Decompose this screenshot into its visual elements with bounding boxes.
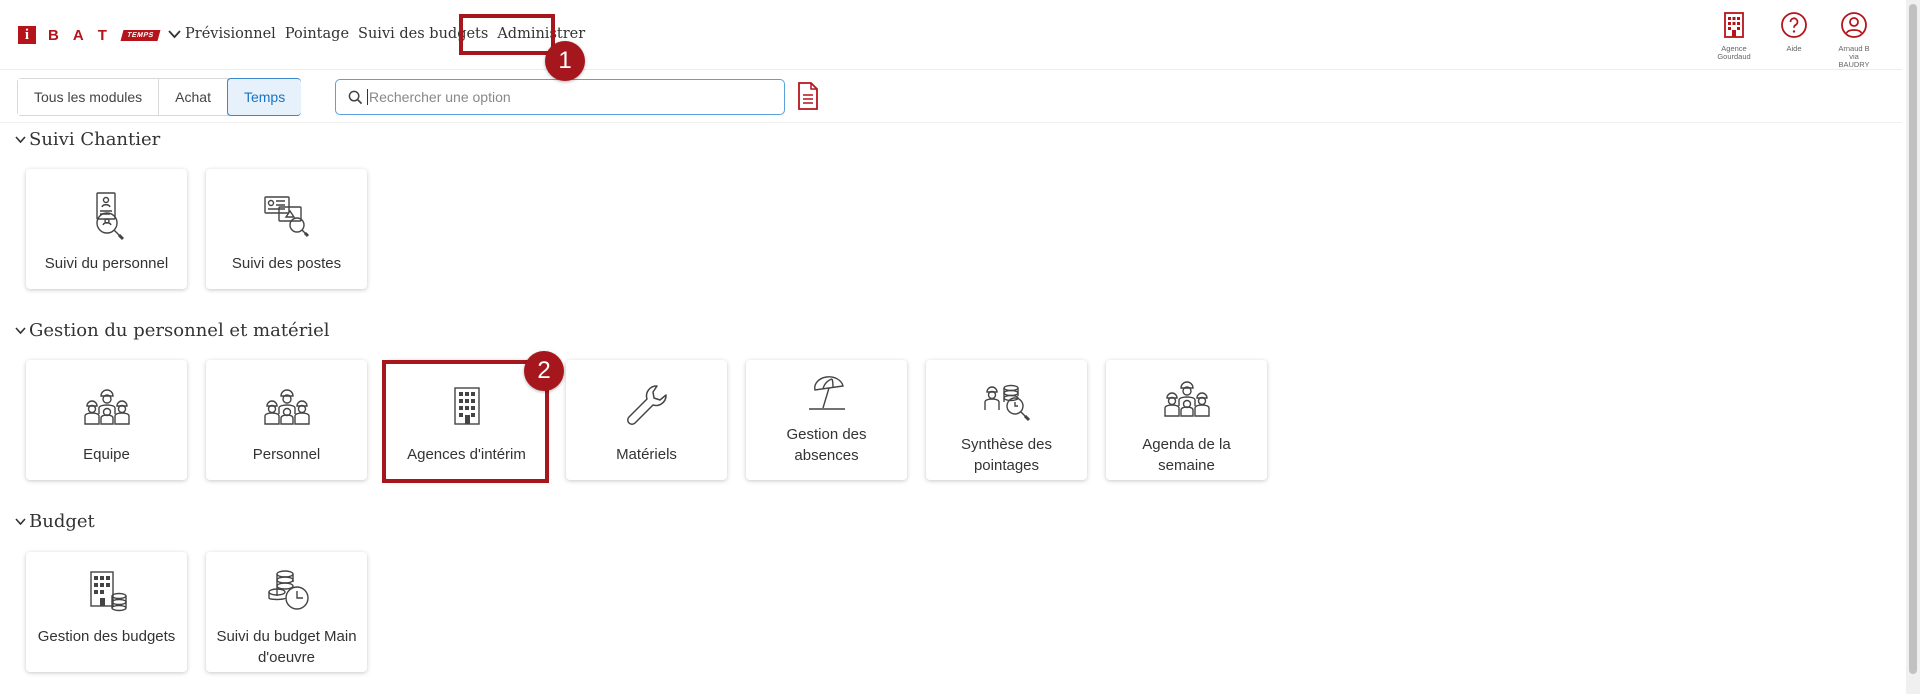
scrollbar-thumb[interactable] (1909, 4, 1917, 674)
coins-search-icon (977, 374, 1037, 434)
postes-search-icon (257, 187, 317, 247)
tile-label: Gestion des absences (786, 426, 867, 464)
user-button[interactable]: Arnaud Bvia BAUDRY (1834, 10, 1874, 69)
annotation-badge-2: 2 (524, 351, 564, 391)
tile-materiels[interactable]: Matériels (566, 360, 727, 480)
chevron-down-icon (15, 133, 26, 147)
ibat-temps-logo[interactable]: i B A T TEMPS (18, 26, 182, 44)
filter-temps[interactable]: Temps (226, 78, 302, 116)
search-input[interactable] (367, 89, 767, 105)
nav-item-administrer[interactable]: Administrer (497, 26, 585, 42)
module-filter: Tous les modules Achat Temps (17, 78, 302, 116)
help-label: Aide (1786, 44, 1802, 53)
user-label: Arnaud Bvia BAUDRY (1838, 44, 1870, 69)
tile-agences-interim[interactable]: Agences d'intérim (386, 360, 547, 480)
building-icon (437, 378, 497, 438)
tile-agenda-semaine[interactable]: Agenda de la semaine (1106, 360, 1267, 480)
section-title-text: Suivi Chantier (29, 129, 161, 150)
beach-umbrella-icon (797, 372, 857, 418)
workers-group-icon (257, 378, 317, 438)
document-icon[interactable] (797, 82, 819, 110)
logo-letters: B A T (48, 27, 108, 44)
chevron-down-icon (15, 324, 26, 338)
tile-label: Agenda de la semaine (1142, 436, 1231, 474)
chevron-down-icon (15, 515, 26, 529)
user-circle-icon (1841, 12, 1867, 38)
tile-label: Gestion des budgets (37, 628, 176, 645)
section-title-text: Budget (29, 511, 95, 532)
tile-label: Suivi du budget Main d'oeuvre (216, 628, 357, 666)
section-suivi-chantier[interactable]: Suivi Chantier (15, 129, 160, 150)
tile-suivi-du-personnel[interactable]: Suivi du personnel (26, 169, 187, 289)
tile-equipe[interactable]: Equipe (26, 360, 187, 480)
logo-letter: T (97, 26, 108, 44)
agency-button[interactable]: Agence Gourdaud (1714, 10, 1754, 69)
nav-item-previsionnel[interactable]: Prévisionnel (185, 26, 276, 42)
logo-letter: B (48, 26, 60, 44)
tile-label: Suivi du personnel (44, 255, 169, 272)
tile-label: Matériels (616, 446, 677, 463)
filter-tous-les-modules[interactable]: Tous les modules (18, 79, 160, 115)
tile-label: Synthèse des pointages (961, 436, 1052, 474)
help-circle-icon (1781, 12, 1807, 38)
tile-label: Personnel (252, 446, 321, 463)
personnel-search-icon (77, 187, 137, 247)
tile-label: Agences d'intérim (407, 446, 526, 463)
tile-gestion-budgets[interactable]: Gestion des budgets (26, 552, 187, 672)
building-icon (1724, 12, 1744, 38)
tile-personnel[interactable]: Personnel (206, 360, 367, 480)
logo-product-tag: TEMPS (120, 29, 160, 41)
section-title-text: Gestion du personnel et matériel (29, 320, 330, 341)
search-box (335, 79, 785, 115)
vertical-scrollbar[interactable] (1906, 0, 1920, 694)
wrench-icon (617, 378, 677, 438)
logo-letter: A (72, 26, 85, 44)
workers-group-icon (77, 378, 137, 438)
annotation-badge-1: 1 (545, 41, 585, 81)
filter-achat[interactable]: Achat (159, 79, 228, 115)
tile-suivi-budget-main-oeuvre[interactable]: Suivi du budget Main d'oeuvre (206, 552, 367, 672)
main-nav: Prévisionnel Pointage Suivi des budgets … (185, 26, 585, 42)
toolbar: Tous les modules Achat Temps (0, 70, 1902, 123)
nav-item-pointage[interactable]: Pointage (285, 26, 349, 42)
tile-label: Suivi des postes (231, 255, 342, 272)
tile-gestion-absences[interactable]: Gestion des absences (746, 360, 907, 480)
building-coins-icon (77, 566, 137, 626)
tile-label: Equipe (83, 446, 130, 463)
top-header: i B A T TEMPS Prévisionnel Pointage Suiv… (0, 0, 1902, 70)
tile-suivi-des-postes[interactable]: Suivi des postes (206, 169, 367, 289)
agency-label: Agence Gourdaud (1717, 44, 1751, 61)
nav-item-suivi-budgets[interactable]: Suivi des budgets (358, 26, 488, 42)
workers-group-icon (1157, 374, 1217, 434)
tile-synthese-pointages[interactable]: Synthèse des pointages (926, 360, 1087, 480)
search-icon (348, 90, 363, 104)
section-gestion-personnel-materiel[interactable]: Gestion du personnel et matériel (15, 320, 329, 341)
coins-clock-icon (257, 566, 317, 626)
section-budget[interactable]: Budget (15, 511, 95, 532)
chevron-down-icon[interactable] (168, 28, 182, 42)
logo-i-mark: i (18, 26, 36, 44)
header-actions: Agence Gourdaud Aide Arnaud Bvia BAUDRY (1714, 10, 1874, 69)
help-button[interactable]: Aide (1774, 10, 1814, 69)
